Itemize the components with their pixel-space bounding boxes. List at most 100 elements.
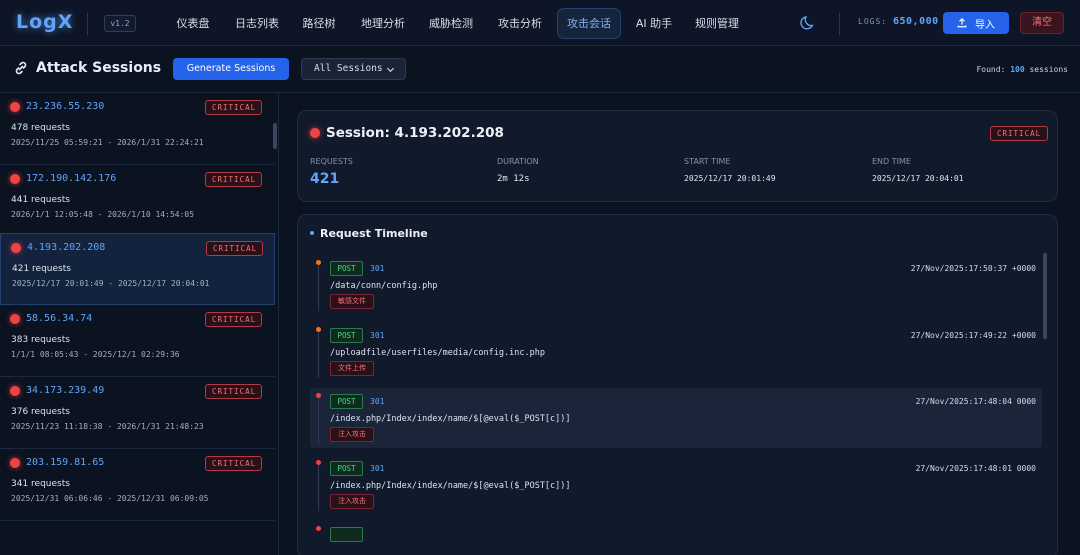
timeline-connector bbox=[318, 265, 319, 311]
session-requests: 383 requests bbox=[11, 335, 70, 345]
session-time-range: 2025/12/17 20:01:49 - 2025/12/17 20:04:0… bbox=[12, 279, 210, 288]
nav-log-list[interactable]: 日志列表 bbox=[230, 8, 284, 39]
import-button[interactable]: 导入 bbox=[943, 12, 1009, 34]
found-suffix: sessions bbox=[1029, 65, 1068, 74]
stat-label-duration: DURATION bbox=[497, 157, 539, 166]
nav-rule-management[interactable]: 规则管理 bbox=[690, 8, 744, 39]
timeline-dot bbox=[316, 393, 321, 398]
nav-path-tree[interactable]: 路径树 bbox=[296, 8, 342, 39]
session-list-item[interactable]: 34.173.239.49 CRITICAL 376 requests 2025… bbox=[0, 377, 275, 449]
session-detail-panel: Session: 4.193.202.208 CRITICAL REQUESTS… bbox=[280, 93, 1080, 555]
session-list-item[interactable]: 23.236.55.230 CRITICAL 478 requests 2025… bbox=[0, 93, 275, 165]
divider bbox=[87, 13, 88, 35]
bullet-icon bbox=[310, 231, 314, 235]
app-logo[interactable]: LogX bbox=[16, 11, 73, 33]
timeline-scrollbar[interactable] bbox=[1043, 253, 1047, 339]
http-method-badge: POST bbox=[330, 461, 363, 476]
nav-attack-sessions[interactable]: 攻击会话 bbox=[557, 8, 621, 39]
clear-button[interactable]: 清空 bbox=[1020, 12, 1064, 34]
session-list-item[interactable]: 58.56.34.74 CRITICAL 383 requests 1/1/1 … bbox=[0, 305, 275, 377]
timeline-dot bbox=[316, 327, 321, 332]
timeline-entry[interactable]: POST 301 27/Nov/2025:17:48:01 0000 /inde… bbox=[310, 455, 1042, 515]
request-time: 27/Nov/2025:17:49:22 +0000 bbox=[910, 331, 1036, 340]
severity-badge: CRITICAL bbox=[205, 312, 262, 327]
session-time-range: 2025/11/25 05:59:21 - 2026/1/31 22:24:21 bbox=[11, 138, 204, 147]
nav-attack-analysis[interactable]: 攻击分析 bbox=[492, 8, 548, 39]
request-path: /uploadfile/userfiles/media/config.inc.p… bbox=[330, 348, 545, 358]
request-timeline-card: Request Timeline POST 301 27/Nov/2025:17… bbox=[297, 214, 1058, 555]
severity-badge: CRITICAL bbox=[205, 172, 262, 187]
stat-value-end-time: 2025/12/17 20:04:01 bbox=[872, 174, 964, 183]
session-list-item[interactable]: 203.159.81.65 CRITICAL 341 requests 2025… bbox=[0, 449, 275, 521]
severity-dot bbox=[10, 102, 20, 112]
session-summary-card: Session: 4.193.202.208 CRITICAL REQUESTS… bbox=[297, 110, 1058, 202]
severity-dot bbox=[10, 386, 20, 396]
session-list-item[interactable]: 172.190.142.176 CRITICAL 441 requests 20… bbox=[0, 165, 275, 237]
request-time: 27/Nov/2025:17:48:01 0000 bbox=[915, 464, 1036, 473]
severity-badge: CRITICAL bbox=[205, 456, 262, 471]
timeline-connector bbox=[318, 332, 319, 378]
session-ip: 58.56.34.74 bbox=[26, 313, 93, 324]
severity-dot bbox=[11, 243, 21, 253]
moon-icon[interactable] bbox=[800, 14, 817, 31]
chevron-down-icon bbox=[386, 67, 395, 73]
nav-geo-analysis[interactable]: 地理分析 bbox=[356, 8, 410, 39]
severity-badge: CRITICAL bbox=[205, 100, 262, 115]
nav-ai-assistant[interactable]: AI 助手 bbox=[629, 8, 679, 39]
http-method-badge: POST bbox=[330, 328, 363, 343]
http-status: 301 bbox=[370, 397, 385, 406]
session-list-scrollbar[interactable] bbox=[273, 123, 277, 149]
http-method-badge: POST bbox=[330, 261, 363, 276]
timeline-connector bbox=[318, 465, 319, 511]
timeline-connector bbox=[318, 398, 319, 444]
logs-count: 650,000 bbox=[893, 16, 939, 27]
timeline-entry-partial[interactable] bbox=[310, 521, 1042, 555]
session-list-item-selected[interactable]: 4.193.202.208 CRITICAL 421 requests 2025… bbox=[0, 233, 275, 305]
session-ip: 172.190.142.176 bbox=[26, 173, 117, 184]
timeline-entry[interactable]: POST 301 27/Nov/2025:17:49:22 +0000 /upl… bbox=[310, 322, 1042, 382]
session-requests: 376 requests bbox=[11, 407, 70, 417]
http-status: 301 bbox=[370, 464, 385, 473]
severity-badge: CRITICAL bbox=[990, 126, 1048, 141]
session-requests: 421 requests bbox=[12, 264, 71, 274]
nav-dashboard[interactable]: 仪表盘 bbox=[170, 8, 216, 39]
severity-dot bbox=[310, 128, 320, 138]
link-icon bbox=[15, 61, 27, 75]
severity-dot bbox=[10, 314, 20, 324]
http-method-badge: POST bbox=[330, 394, 363, 409]
stat-value-requests: 421 bbox=[310, 171, 340, 187]
stat-label-end-time: END TIME bbox=[872, 157, 911, 166]
found-count-text: Found: 100 sessions bbox=[976, 65, 1068, 74]
timeline-entry-hovered[interactable]: POST 301 27/Nov/2025:17:48:04 0000 /inde… bbox=[310, 388, 1042, 448]
request-path: /index.php/Index/index/name/$[@eval($_PO… bbox=[330, 414, 571, 424]
severity-badge: CRITICAL bbox=[205, 384, 262, 399]
http-status: 301 bbox=[370, 331, 385, 340]
session-time-range: 2025/12/31 06:06:46 - 2025/12/31 06:09:0… bbox=[11, 494, 209, 503]
logs-label: LOGS: bbox=[858, 17, 888, 26]
http-status: 301 bbox=[370, 264, 385, 273]
generate-sessions-button[interactable]: Generate Sessions bbox=[173, 58, 289, 80]
session-time-range: 2026/1/1 12:05:48 - 2026/1/10 14:54:05 bbox=[11, 210, 195, 219]
session-time-range: 2025/11/23 11:18:38 - 2026/1/31 21:48:23 bbox=[11, 422, 204, 431]
attack-tag: 注入攻击 bbox=[330, 427, 374, 442]
http-method-badge bbox=[330, 527, 363, 542]
session-requests: 341 requests bbox=[11, 479, 70, 489]
timeline-title: Request Timeline bbox=[320, 227, 428, 240]
found-count: 100 bbox=[1010, 65, 1025, 74]
found-prefix: Found: bbox=[976, 65, 1006, 74]
request-path: /index.php/Index/index/name/$[@eval($_PO… bbox=[330, 481, 571, 491]
severity-dot bbox=[10, 458, 20, 468]
session-title: Session: 4.193.202.208 bbox=[326, 125, 504, 141]
nav-threat-detection[interactable]: 威胁检测 bbox=[424, 8, 478, 39]
session-filter-select[interactable]: All Sessions bbox=[301, 58, 406, 80]
session-ip: 4.193.202.208 bbox=[27, 242, 106, 253]
upload-icon bbox=[957, 18, 967, 28]
session-ip: 34.173.239.49 bbox=[26, 385, 105, 396]
severity-badge: CRITICAL bbox=[206, 241, 263, 256]
stat-value-start-time: 2025/12/17 20:01:49 bbox=[684, 174, 776, 183]
attack-tag: 注入攻击 bbox=[330, 494, 374, 509]
timeline-dot bbox=[316, 260, 321, 265]
session-list[interactable]: 23.236.55.230 CRITICAL 478 requests 2025… bbox=[0, 93, 279, 555]
timeline-entry[interactable]: POST 301 27/Nov/2025:17:50:37 +0000 /dat… bbox=[310, 255, 1042, 315]
request-time: 27/Nov/2025:17:48:04 0000 bbox=[915, 397, 1036, 406]
